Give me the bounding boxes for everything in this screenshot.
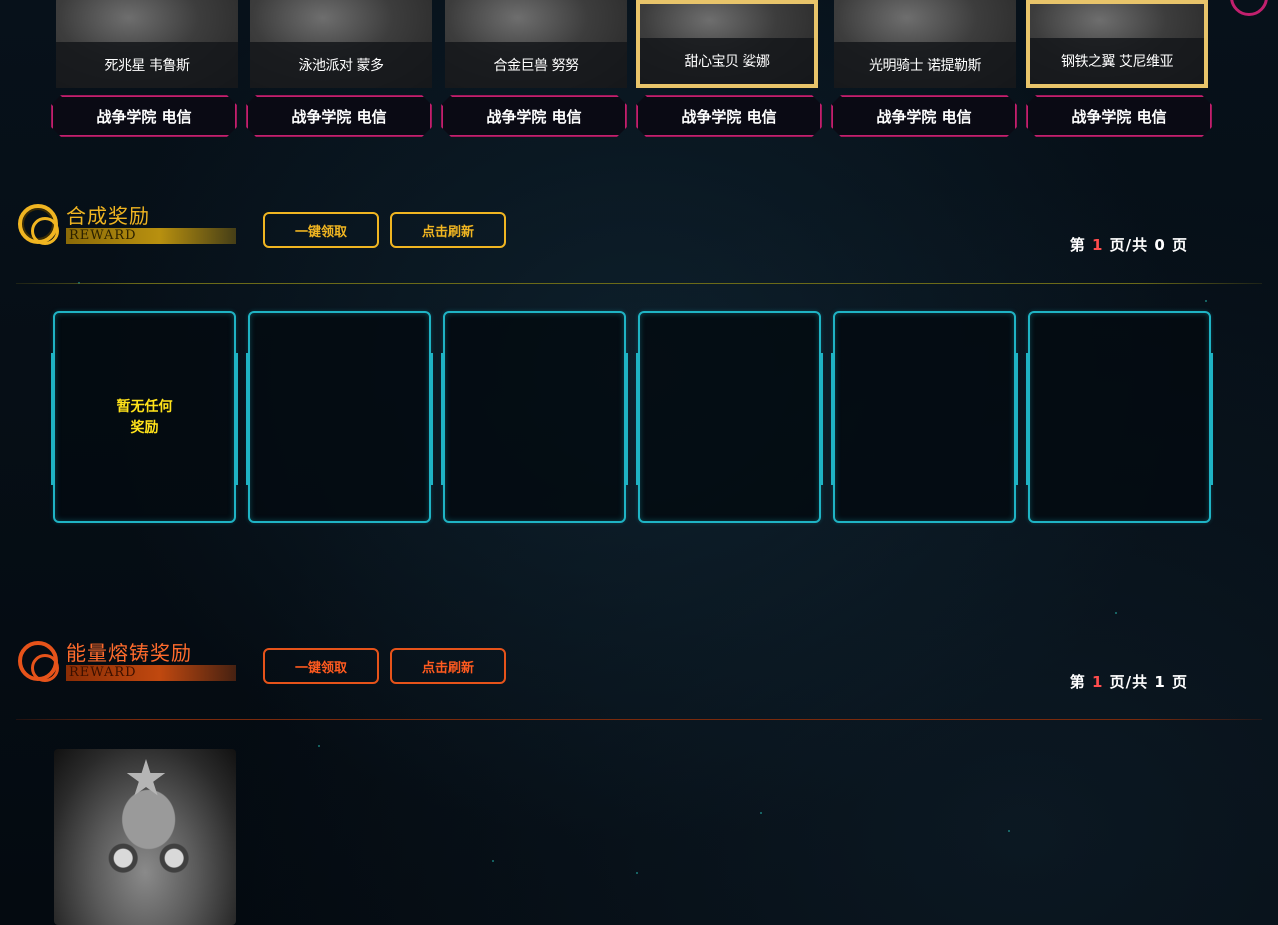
- reward-slot: [636, 311, 823, 523]
- server-tag: 战争学院 电信: [636, 95, 822, 137]
- skin-name: 合金巨兽 努努: [445, 42, 627, 88]
- skin-card[interactable]: 泳池派对 蒙多: [250, 0, 432, 88]
- section-subtitle: REWARD: [66, 665, 236, 681]
- pager-current: 1: [1091, 236, 1104, 254]
- decor-star: [636, 872, 638, 874]
- server-tag: 战争学院 电信: [246, 95, 432, 137]
- server-tag: 战争学院 电信: [441, 95, 627, 137]
- pager-prefix: 第: [1069, 673, 1092, 691]
- reward-slot: [441, 311, 628, 523]
- refresh-button[interactable]: 点击刷新: [390, 212, 506, 248]
- skin-card[interactable]: 合金巨兽 努努: [445, 0, 627, 88]
- hud-divider: [16, 719, 1262, 720]
- skin-name: 泳池派对 蒙多: [250, 42, 432, 88]
- skin-card-selected[interactable]: 甜心宝贝 娑娜: [636, 0, 818, 88]
- claim-all-button[interactable]: 一键领取: [263, 212, 379, 248]
- decor-star: [492, 860, 494, 862]
- decor-star: [318, 745, 320, 747]
- empty-message-line: 奖励: [130, 420, 159, 436]
- skin-name: 甜心宝贝 娑娜: [640, 38, 814, 84]
- empty-message: 暂无任何 奖励: [55, 397, 234, 439]
- page-background: 死兆星 韦鲁斯 泳池派对 蒙多 合金巨兽 努努 甜心宝贝 娑娜 光明骑士 诺提勒…: [0, 0, 1278, 925]
- claim-all-button[interactable]: 一键领取: [263, 648, 379, 684]
- pager-suffix: 页: [1165, 673, 1188, 691]
- refresh-button[interactable]: 点击刷新: [390, 648, 506, 684]
- reward-slot: [831, 311, 1018, 523]
- pager-current: 1: [1091, 673, 1104, 691]
- decor-star: [1115, 612, 1117, 614]
- server-tag: 战争学院 电信: [1026, 95, 1212, 137]
- synthesis-section-header: 合成奖励 REWARD: [18, 200, 258, 250]
- pager-middle: 页/共: [1103, 673, 1155, 691]
- skin-card[interactable]: 死兆星 韦鲁斯: [56, 0, 238, 88]
- decor-star: [1205, 300, 1207, 302]
- pager-prefix: 第: [1069, 236, 1092, 254]
- decor-star: [760, 812, 762, 814]
- server-tag: 战争学院 电信: [51, 95, 237, 137]
- section-title: 能量熔铸奖励: [66, 641, 192, 665]
- ring-icon: [18, 641, 59, 682]
- pagination-info: 第 1 页/共 0 页: [1070, 234, 1188, 255]
- empty-message-line: 暂无任何: [116, 399, 173, 415]
- skin-card-selected[interactable]: 钢铁之翼 艾尼维亚: [1026, 0, 1208, 88]
- pager-total: 0: [1154, 236, 1166, 254]
- reward-slot: [246, 311, 433, 523]
- hud-divider: [16, 283, 1262, 284]
- forge-section-header: 能量熔铸奖励 REWARD: [18, 637, 258, 687]
- skin-name: 钢铁之翼 艾尼维亚: [1030, 38, 1204, 84]
- close-icon[interactable]: [1230, 0, 1268, 16]
- reward-slot: 暂无任何 奖励: [51, 311, 238, 523]
- pager-total: 1: [1154, 673, 1166, 691]
- skin-name: 死兆星 韦鲁斯: [56, 42, 238, 88]
- pagination-info: 第 1 页/共 1 页: [1070, 671, 1188, 692]
- pager-middle: 页/共: [1103, 236, 1155, 254]
- skin-name: 光明骑士 诺提勒斯: [834, 42, 1016, 88]
- section-title: 合成奖励: [66, 204, 150, 228]
- reward-slot: [1026, 311, 1213, 523]
- skin-card[interactable]: 光明骑士 诺提勒斯: [834, 0, 1016, 88]
- server-tag: 战争学院 电信: [831, 95, 1017, 137]
- pager-suffix: 页: [1165, 236, 1188, 254]
- ring-icon: [18, 204, 59, 245]
- reward-item-card[interactable]: [54, 749, 236, 925]
- section-subtitle: REWARD: [66, 228, 236, 244]
- decor-star: [1008, 830, 1010, 832]
